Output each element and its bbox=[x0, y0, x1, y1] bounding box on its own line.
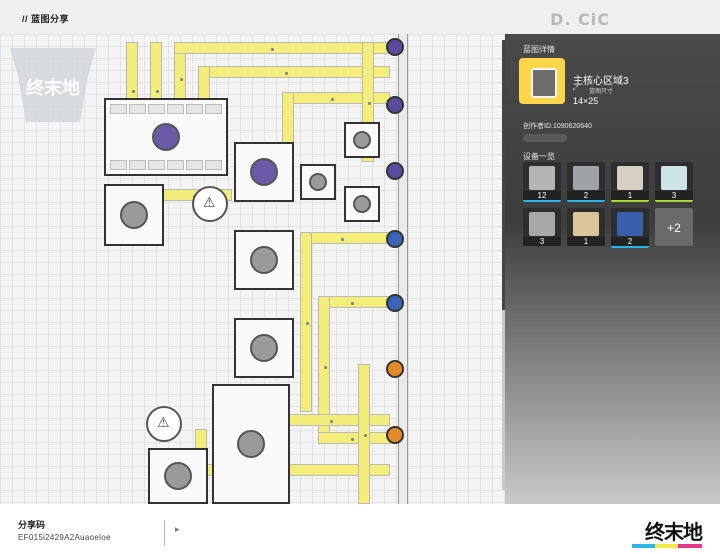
svg-text:终末地: 终末地 bbox=[26, 77, 80, 99]
conveyor-belt bbox=[300, 232, 312, 412]
page-title: // 蓝图分享 bbox=[22, 14, 70, 24]
storage-icon bbox=[529, 212, 555, 236]
purple-port-icon[interactable] bbox=[386, 96, 404, 114]
pylon-icon bbox=[617, 212, 643, 236]
device-tile[interactable]: 2 bbox=[567, 162, 605, 202]
device-count: 3 bbox=[523, 237, 561, 246]
device-tile[interactable]: 1 bbox=[611, 162, 649, 202]
device-count: 2 bbox=[611, 237, 649, 246]
storage-machine[interactable] bbox=[148, 448, 208, 504]
crusher-icon bbox=[250, 158, 278, 186]
splitter-icon bbox=[353, 131, 371, 149]
share-code-value[interactable]: EF015i2429A2Auaoeloe bbox=[18, 533, 111, 542]
device-tile[interactable]: 2 bbox=[611, 208, 649, 248]
splitter-machine[interactable] bbox=[344, 186, 380, 222]
mixer-icon bbox=[250, 246, 278, 274]
share-arrow-icon[interactable]: ▸ bbox=[175, 524, 180, 535]
refinery-icon bbox=[529, 166, 555, 190]
conveyor-belt bbox=[358, 364, 370, 504]
blueprint-detail-panel: 蓝图详情 主核心区域3 ⤢ 蓝图尺寸 14×25 创作者ID.109062064… bbox=[505, 34, 720, 504]
conveyor-belt bbox=[318, 432, 390, 444]
blueprint-thumbnail bbox=[519, 58, 565, 104]
device-count: 2 bbox=[567, 191, 605, 200]
blue-port-icon[interactable] bbox=[386, 230, 404, 248]
conveyor-belt bbox=[300, 232, 390, 244]
refinery-icon bbox=[152, 123, 180, 151]
brand-logo: 终末地 bbox=[645, 520, 703, 544]
splitter-icon bbox=[353, 195, 371, 213]
splitter-icon bbox=[309, 173, 327, 191]
header-decoration: D. CiC bbox=[550, 10, 610, 29]
brand-color-bar bbox=[632, 544, 702, 548]
device-tile[interactable]: 3 bbox=[655, 162, 693, 202]
device-tile[interactable]: 3 bbox=[523, 208, 561, 246]
device-list: 12 2 1 3 3 1 2 +2 bbox=[523, 162, 703, 248]
devices-title: 设备一览 bbox=[523, 152, 555, 161]
blueprint-size-label: 蓝图尺寸 bbox=[589, 89, 614, 95]
device-tile[interactable]: 1 bbox=[567, 208, 605, 246]
top-bar: // 蓝图分享 D. CiC bbox=[0, 0, 720, 34]
storage-icon bbox=[120, 201, 148, 229]
tag-pill bbox=[523, 134, 567, 142]
mixer-machine[interactable] bbox=[234, 230, 294, 290]
share-code-label: 分享码 bbox=[18, 520, 46, 530]
storage-machine[interactable] bbox=[104, 184, 164, 246]
assembler-machine[interactable] bbox=[234, 318, 294, 378]
creator-id: 创作者ID.1090620640 bbox=[523, 123, 592, 130]
device-tile[interactable]: 12 bbox=[523, 162, 561, 202]
more-devices-button[interactable]: +2 bbox=[655, 208, 693, 246]
conveyor-belt bbox=[174, 42, 390, 54]
device-count: 12 bbox=[523, 191, 561, 200]
splitter-machine[interactable] bbox=[300, 164, 336, 200]
bottom-bar: 分享码 EF015i2429A2Auaoeloe ▸ 终末地 bbox=[0, 504, 720, 554]
game-logo: 终末地 bbox=[10, 48, 96, 122]
assembler-icon bbox=[661, 166, 687, 190]
device-count: 1 bbox=[611, 191, 649, 200]
blueprint-name: 主核心区域3 bbox=[573, 76, 629, 87]
crusher-machine[interactable] bbox=[234, 142, 294, 202]
refinery-machine[interactable] bbox=[104, 98, 228, 176]
size-icon: ⤢ bbox=[573, 85, 579, 92]
crusher-icon bbox=[573, 166, 599, 190]
device-count: 1 bbox=[567, 237, 605, 246]
purple-port-icon[interactable] bbox=[386, 38, 404, 56]
silo-machine[interactable] bbox=[212, 384, 290, 504]
more-count: +2 bbox=[667, 221, 681, 235]
device-count: 3 bbox=[655, 191, 693, 200]
purple-port-icon[interactable] bbox=[386, 162, 404, 180]
divider bbox=[164, 520, 165, 546]
silo-icon bbox=[573, 212, 599, 236]
orange-port-icon[interactable] bbox=[386, 426, 404, 444]
splitter-machine[interactable] bbox=[344, 122, 380, 158]
storage-icon bbox=[164, 462, 192, 490]
cooling-fan-icon[interactable] bbox=[192, 186, 228, 222]
orange-port-icon[interactable] bbox=[386, 360, 404, 378]
blue-port-icon[interactable] bbox=[386, 294, 404, 312]
silo-icon bbox=[237, 430, 265, 458]
blueprint-canvas[interactable]: 终末地 bbox=[0, 34, 505, 504]
section-title: 蓝图详情 bbox=[523, 45, 555, 54]
cooling-fan-icon[interactable] bbox=[146, 406, 182, 442]
blueprint-size-value: 14×25 bbox=[573, 96, 599, 106]
conveyor-belt bbox=[280, 414, 390, 426]
assembler-icon bbox=[250, 334, 278, 362]
mixer-icon bbox=[617, 166, 643, 190]
